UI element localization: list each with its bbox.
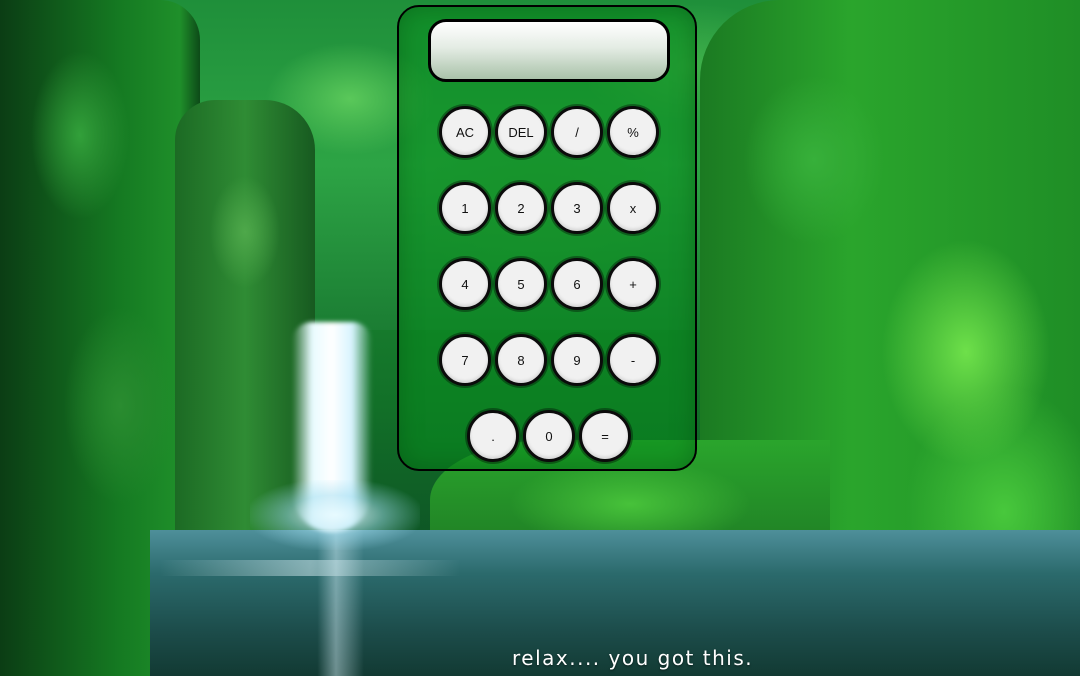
key-0[interactable]: 0 <box>523 410 575 462</box>
key-delete[interactable]: DEL <box>495 106 547 158</box>
key-4[interactable]: 4 <box>439 258 491 310</box>
key-5[interactable]: 5 <box>495 258 547 310</box>
key-9[interactable]: 9 <box>551 334 603 386</box>
calculator: AC DEL / % 1 2 3 x 4 5 6 + 7 8 9 - . 0 = <box>397 5 697 471</box>
waterfall-mist <box>250 480 420 550</box>
key-equals[interactable]: = <box>579 410 631 462</box>
key-6[interactable]: 6 <box>551 258 603 310</box>
key-divide[interactable]: / <box>551 106 603 158</box>
water-reflection <box>160 560 460 576</box>
key-decimal[interactable]: . <box>467 410 519 462</box>
key-all-clear[interactable]: AC <box>439 106 491 158</box>
key-percent[interactable]: % <box>607 106 659 158</box>
key-3[interactable]: 3 <box>551 182 603 234</box>
key-7[interactable]: 7 <box>439 334 491 386</box>
footer-message: relax.... you got this. <box>512 646 754 670</box>
key-1[interactable]: 1 <box>439 182 491 234</box>
key-subtract[interactable]: - <box>607 334 659 386</box>
key-2[interactable]: 2 <box>495 182 547 234</box>
key-8[interactable]: 8 <box>495 334 547 386</box>
calculator-display <box>428 19 670 82</box>
key-add[interactable]: + <box>607 258 659 310</box>
key-multiply[interactable]: x <box>607 182 659 234</box>
